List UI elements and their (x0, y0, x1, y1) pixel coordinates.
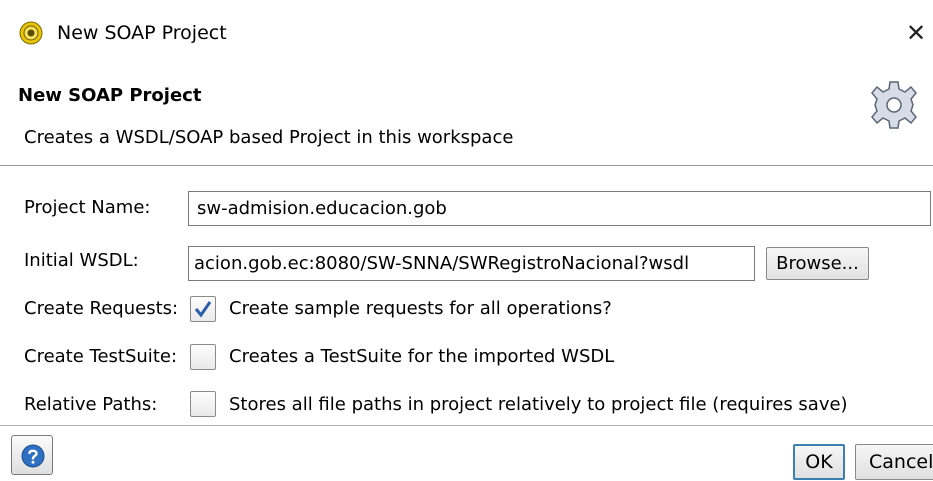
project-form: Project Name: sw-admision.educacion.gob … (0, 167, 933, 425)
relative-paths-text: Stores all file paths in project relativ… (229, 394, 848, 415)
create-testsuite-text: Creates a TestSuite for the imported WSD… (229, 346, 615, 367)
create-requests-text: Create sample requests for all operation… (229, 298, 612, 319)
dialog-heading: New SOAP Project (18, 85, 202, 106)
button-bar: OK Cancel (0, 425, 933, 481)
cancel-button[interactable]: Cancel (855, 444, 933, 480)
relative-paths-checkbox[interactable] (190, 391, 216, 417)
create-requests-checkbox[interactable] (190, 296, 216, 322)
gear-icon (871, 81, 917, 129)
create-requests-label: Create Requests: (24, 298, 179, 319)
close-button[interactable]: ✕ (902, 18, 930, 48)
title-bar: New SOAP Project ✕ (0, 0, 933, 66)
help-button[interactable] (11, 435, 53, 475)
close-icon: ✕ (905, 19, 927, 47)
initial-wsdl-input[interactable]: acion.gob.ec:8080/SW-SNNA/SWRegistroNaci… (188, 246, 755, 281)
soapui-icon (19, 21, 43, 45)
project-name-label: Project Name: (24, 197, 151, 218)
checkmark-icon (194, 301, 212, 318)
window-title: New SOAP Project (57, 22, 227, 44)
initial-wsdl-label: Initial WSDL: (24, 250, 139, 271)
ok-button[interactable]: OK (793, 444, 845, 480)
dialog-header: New SOAP Project Creates a WSDL/SOAP bas… (0, 66, 933, 166)
dialog-description: Creates a WSDL/SOAP based Project in thi… (24, 127, 514, 148)
relative-paths-label: Relative Paths: (24, 394, 158, 415)
help-icon (21, 444, 45, 468)
browse-button[interactable]: Browse... (766, 247, 869, 280)
create-testsuite-label: Create TestSuite: (24, 346, 178, 367)
project-name-input[interactable]: sw-admision.educacion.gob (188, 191, 931, 226)
create-testsuite-checkbox[interactable] (190, 344, 216, 370)
